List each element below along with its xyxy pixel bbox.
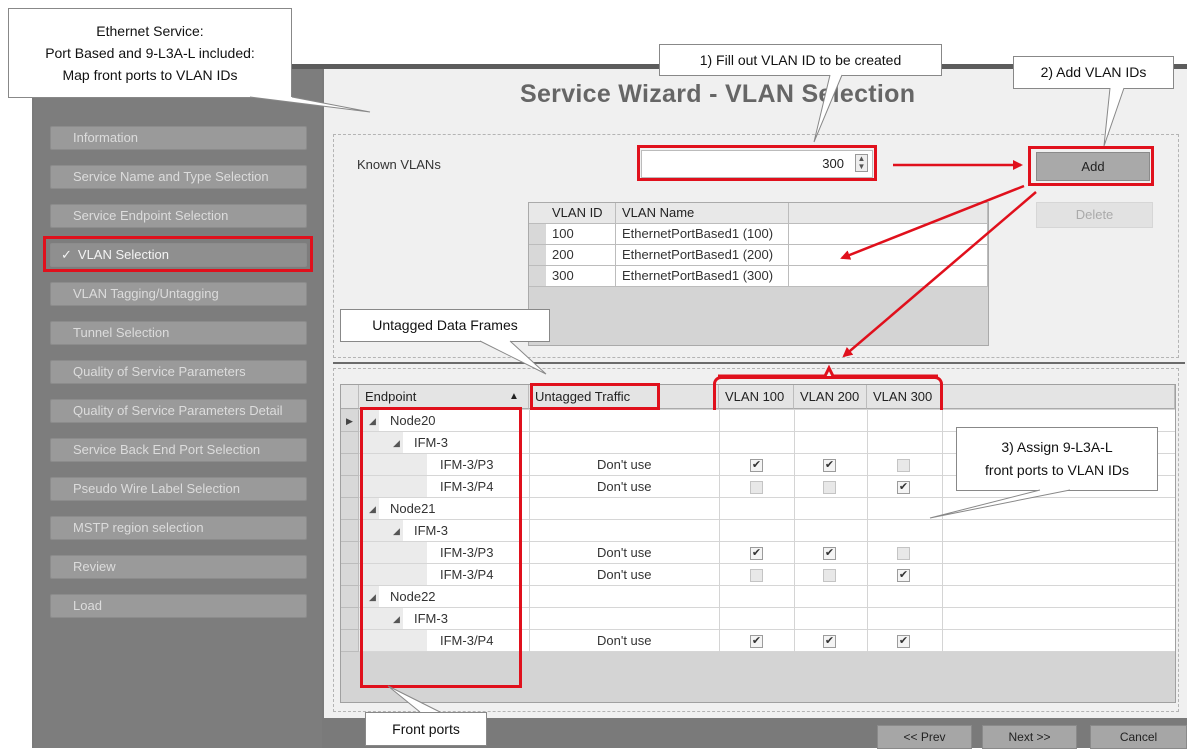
arrow-add-to-table (840, 184, 1025, 260)
callout-tail-assign (929, 489, 1071, 519)
annotation-overlay (249, 74, 1125, 713)
callout-tail-ethernet (249, 96, 371, 113)
callout-tail-front-ports (387, 685, 441, 713)
arrow-add-to-grid (842, 191, 1037, 358)
vlan-columns-brace (718, 364, 938, 378)
callout-tail-fill-vlan (813, 74, 843, 143)
callout-tail-add-vlan (1103, 87, 1125, 147)
callout-tail-untagged (479, 340, 547, 375)
